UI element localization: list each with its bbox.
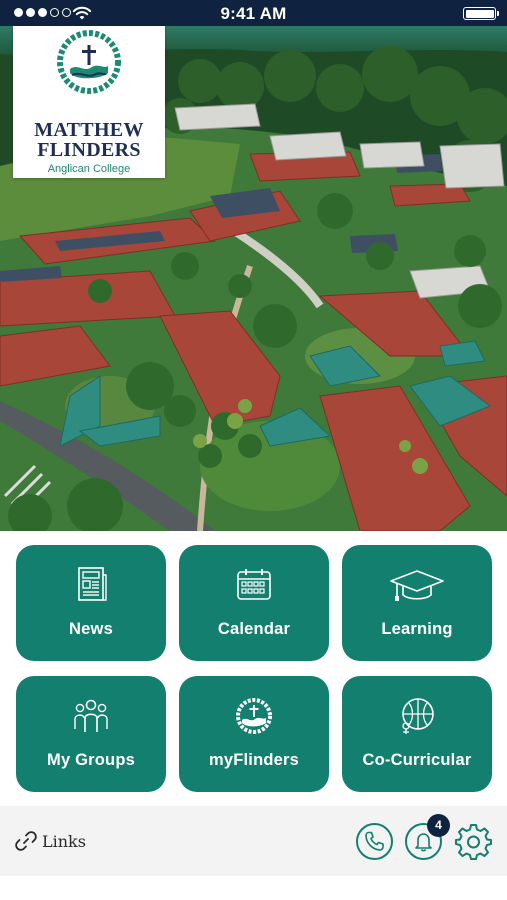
college-name-line1: MATTHEW — [34, 119, 144, 141]
college-subtitle: Anglican College — [47, 163, 131, 175]
college-logo: MATTHEW FLINDERS Anglican College — [13, 26, 165, 178]
calendar-icon — [237, 569, 271, 600]
co-curricular-tile-label: Co-Curricular — [362, 751, 472, 769]
links-label: Links — [42, 831, 86, 851]
myflinders-tile-label: myFlinders — [208, 751, 300, 769]
graduation-cap-icon — [390, 570, 444, 601]
college-name-line2: FLINDERS — [37, 139, 141, 161]
news-tile[interactable]: News — [16, 545, 166, 661]
menu-tiles: News Calendar Learning My Groups myFlind… — [0, 531, 507, 806]
calendar-tile-label: Calendar — [217, 620, 291, 638]
newspaper-icon — [78, 567, 107, 601]
sports-ball-icon — [402, 698, 434, 734]
status-bar: 9:41 AM — [0, 0, 507, 26]
college-crest-icon — [57, 30, 121, 94]
co-curricular-tile[interactable]: Co-Curricular — [342, 676, 492, 792]
news-tile-label: News — [69, 620, 113, 638]
battery-full-icon — [463, 7, 499, 20]
learning-tile[interactable]: Learning — [342, 545, 492, 661]
myflinders-tile[interactable]: myFlinders — [179, 676, 329, 792]
link-icon — [15, 831, 37, 851]
gear-icon[interactable] — [455, 823, 492, 860]
phone-button[interactable] — [356, 823, 393, 860]
college-crest-icon — [236, 698, 272, 734]
links-button[interactable]: Links — [15, 830, 86, 852]
group-icon — [74, 699, 108, 732]
notification-count-badge: 4 — [427, 814, 450, 837]
calendar-tile[interactable]: Calendar — [179, 545, 329, 661]
my-groups-tile-label: My Groups — [47, 751, 135, 769]
phone-icon — [365, 831, 384, 851]
learning-tile-label: Learning — [381, 620, 453, 638]
home-indicator-area — [0, 876, 507, 900]
status-time: 9:41 AM — [220, 4, 287, 23]
my-groups-tile[interactable]: My Groups — [16, 676, 166, 792]
